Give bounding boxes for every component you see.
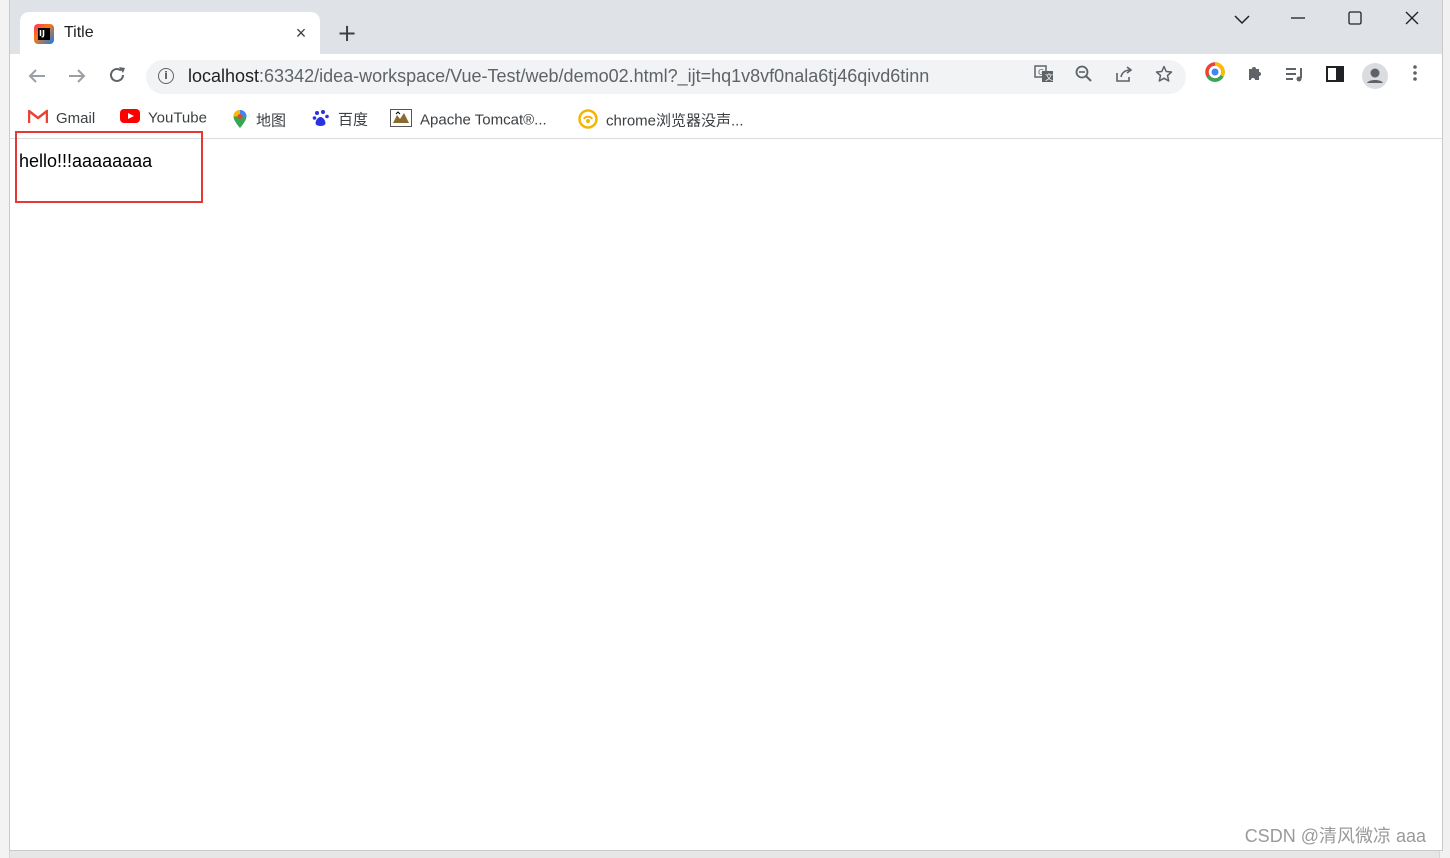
side-panel-icon[interactable] [1320,62,1350,92]
share-icon[interactable] [1112,65,1136,89]
back-button[interactable] [22,62,52,92]
extensions-puzzle-icon[interactable] [1240,62,1270,92]
browser-window: IJ Title × + i localhost:63342/idea-work… [9,0,1443,851]
baidu-paw-icon [312,109,330,132]
tab-title: Title [64,24,94,41]
navigation-toolbar: i localhost:63342/idea-workspace/Vue-Tes… [10,54,1442,100]
svg-text:G: G [1038,68,1044,77]
bookmark-baidu[interactable]: 百度 [312,109,368,129]
title-bar: IJ Title × + [10,0,1442,54]
bookmarks-bar: Gmail YouTube 地图 百度 Apache Tomcat®... ch… [10,100,1442,139]
bookmark-maps[interactable]: 地图 [232,109,286,129]
close-window-icon[interactable] [1392,8,1432,32]
translate-icon[interactable]: G文 [1032,65,1056,89]
media-control-icon[interactable] [1280,62,1310,92]
reload-button[interactable] [102,62,132,92]
bookmark-chrome-audio[interactable]: chrome浏览器没声... [578,109,744,129]
chrome-audio-icon [578,109,598,134]
minimize-icon[interactable] [1278,8,1318,32]
jetbrains-icon: IJ [34,24,54,44]
zoom-out-icon[interactable] [1072,65,1096,89]
address-bar[interactable]: i localhost:63342/idea-workspace/Vue-Tes… [146,60,1186,94]
tab-search-icon[interactable] [1222,8,1262,32]
youtube-icon [120,109,140,128]
url-path: :63342/idea-workspace/Vue-Test/web/demo0… [259,66,930,86]
gmail-icon [27,109,49,129]
tomcat-icon [390,109,412,132]
chrome-extension-icon[interactable] [1200,62,1230,92]
watermark: CSDN @清风微凉 aaa [1244,826,1426,846]
tab-close-icon[interactable]: × [290,22,312,44]
menu-dots-icon[interactable] [1400,62,1430,92]
maximize-icon[interactable] [1335,8,1375,32]
bookmark-youtube[interactable]: YouTube [120,109,207,129]
url-host: localhost [188,66,260,86]
maps-pin-icon [232,109,248,134]
active-tab[interactable]: IJ Title × [20,12,320,54]
bookmark-tomcat[interactable]: Apache Tomcat®... [390,109,547,129]
url-text[interactable]: localhost:63342/idea-workspace/Vue-Test/… [188,66,929,87]
page-content: hello!!!aaaaaaaa CSDN @清风微凉 aaa [10,131,1442,850]
page-text: hello!!!aaaaaaaa [19,151,153,171]
bookmark-star-icon[interactable] [1152,65,1176,89]
forward-button[interactable] [62,62,92,92]
bookmark-gmail[interactable]: Gmail [27,109,95,129]
svg-text:文: 文 [1045,72,1053,82]
profile-avatar-icon[interactable] [1360,62,1390,92]
site-info-icon[interactable]: i [158,68,174,84]
new-tab-button[interactable]: + [334,20,360,46]
